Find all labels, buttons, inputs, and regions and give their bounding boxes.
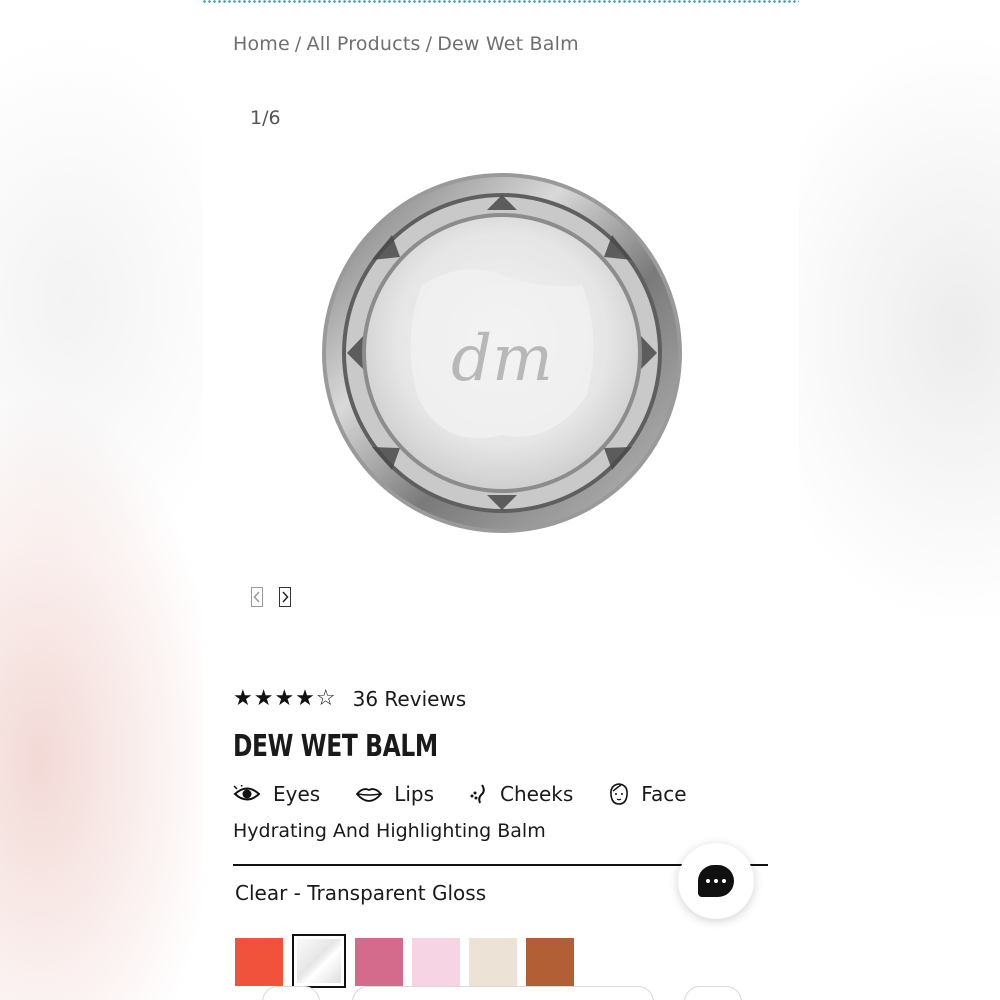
shade-swatch-selected[interactable] — [292, 934, 346, 988]
star-rating: ★★★★☆ — [233, 686, 337, 711]
product-image: dm — [312, 165, 692, 545]
chevron-right-icon — [282, 591, 289, 603]
chat-bubble-icon — [698, 865, 734, 897]
reviews-link[interactable]: 36 Reviews — [353, 687, 467, 711]
shade-swatch[interactable] — [235, 937, 283, 986]
usage-label: Cheeks — [500, 782, 574, 806]
shade-swatches — [235, 934, 583, 988]
shade-swatch[interactable] — [355, 937, 403, 986]
breadcrumb: Home / All Products / Dew Wet Balm — [233, 33, 579, 55]
shade-swatch[interactable] — [469, 937, 517, 986]
usage-cheeks: Cheeks — [470, 782, 573, 806]
face-icon — [610, 783, 629, 805]
product-title: DEW WET BALM — [233, 729, 438, 764]
breadcrumb-current: Dew Wet Balm — [437, 33, 579, 55]
cheeks-icon — [470, 784, 485, 804]
chat-button[interactable] — [678, 843, 754, 919]
eye-icon — [233, 785, 261, 801]
gallery-prev-button[interactable] — [251, 587, 263, 607]
product-logo: dm — [451, 322, 553, 396]
top-dotted-border — [202, 0, 799, 3]
usage-list: Eyes Lips Cheeks Face — [233, 782, 723, 806]
breadcrumb-home[interactable]: Home — [233, 33, 290, 55]
bottom-control[interactable] — [262, 986, 320, 1000]
usage-eyes: Eyes — [233, 782, 320, 806]
gallery-next-button[interactable] — [279, 587, 291, 607]
usage-label: Eyes — [273, 782, 321, 806]
usage-lips: Lips — [356, 782, 434, 806]
lips-icon — [356, 788, 383, 802]
bottom-control[interactable] — [684, 986, 742, 1000]
rating-row[interactable]: ★★★★☆ 36 Reviews — [233, 686, 466, 711]
shade-swatch[interactable] — [526, 937, 574, 986]
chevron-left-icon — [253, 591, 260, 603]
breadcrumb-all-products[interactable]: All Products — [307, 33, 421, 55]
usage-label: Lips — [394, 782, 435, 806]
gallery-counter: 1/6 — [250, 107, 281, 129]
shade-swatch[interactable] — [412, 937, 460, 986]
bottom-control[interactable] — [352, 986, 654, 1000]
product-page: Home / All Products / Dew Wet Balm 1/6 d… — [202, 0, 799, 1000]
breadcrumb-separator: / — [294, 33, 302, 55]
product-subtitle: Hydrating And Highlighting Balm — [233, 820, 546, 842]
selected-shade-label: Clear - Transparent Gloss — [235, 881, 487, 905]
breadcrumb-separator: / — [425, 33, 433, 55]
usage-label: Face — [641, 782, 687, 806]
usage-face: Face — [609, 782, 687, 806]
